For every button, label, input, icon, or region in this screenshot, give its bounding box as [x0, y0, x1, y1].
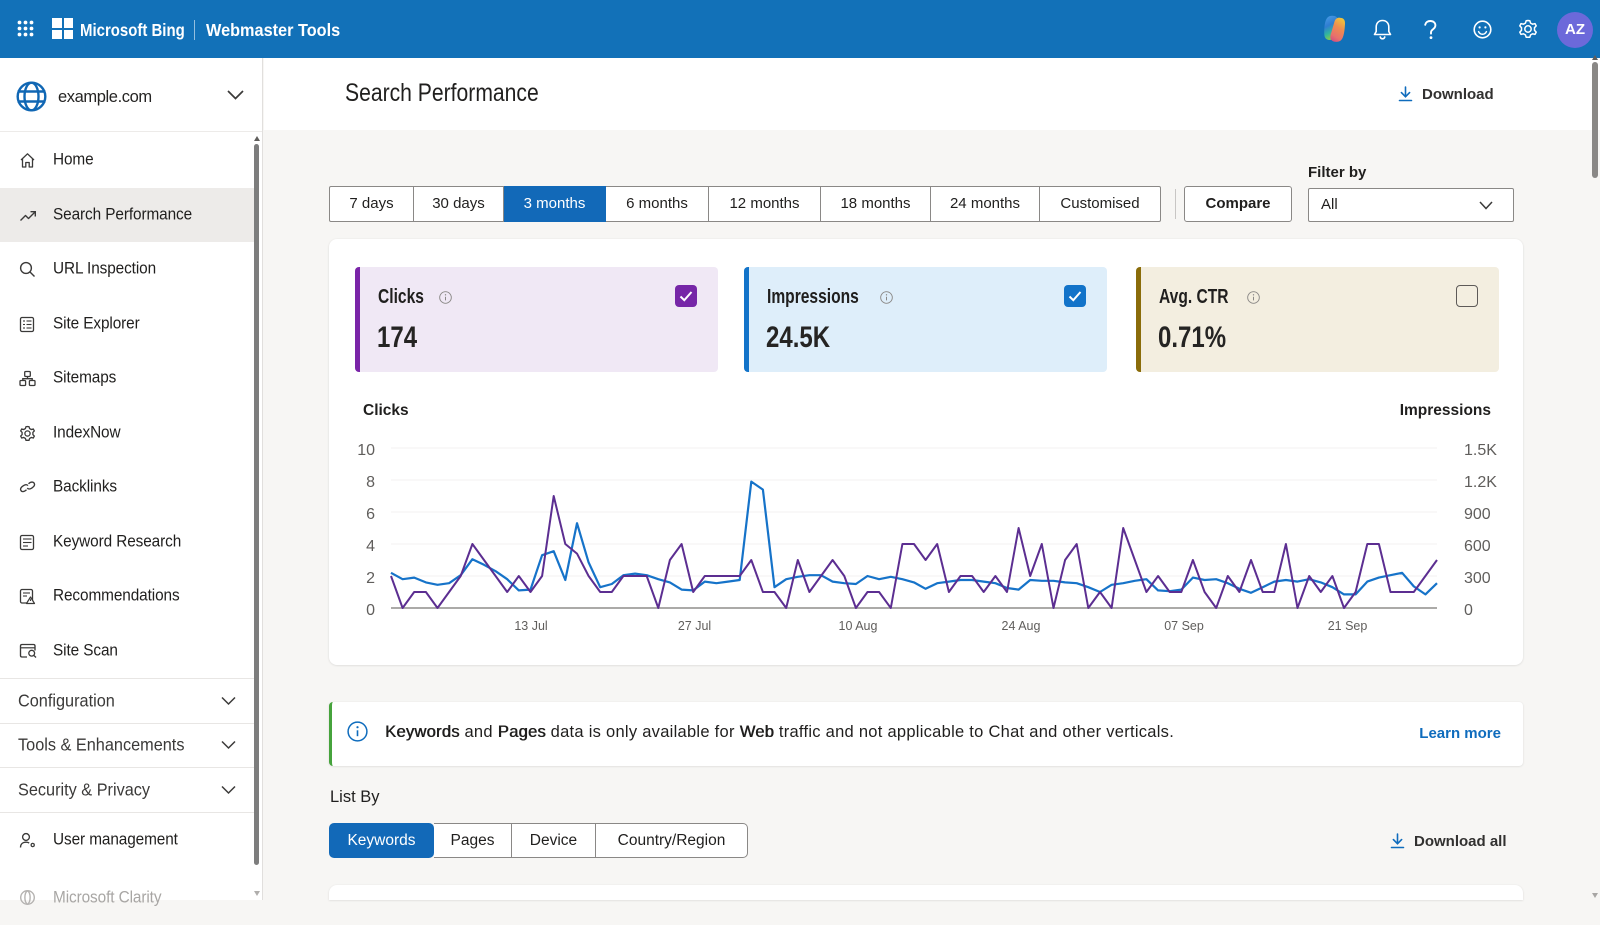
svg-text:300: 300: [1464, 570, 1491, 587]
svg-text:24 Aug: 24 Aug: [1002, 619, 1041, 633]
svg-text:900: 900: [1464, 506, 1491, 523]
svg-text:10: 10: [357, 442, 375, 459]
svg-text:21 Sep: 21 Sep: [1328, 619, 1368, 633]
svg-text:6: 6: [366, 506, 375, 523]
svg-text:2: 2: [366, 570, 375, 587]
svg-text:Clicks: Clicks: [363, 402, 409, 419]
svg-text:0: 0: [366, 602, 375, 619]
svg-text:1.5K: 1.5K: [1464, 442, 1497, 459]
svg-text:4: 4: [366, 538, 375, 555]
svg-text:27 Jul: 27 Jul: [678, 619, 711, 633]
svg-text:10 Aug: 10 Aug: [839, 619, 878, 633]
svg-text:1.2K: 1.2K: [1464, 474, 1497, 491]
svg-text:13 Jul: 13 Jul: [514, 619, 547, 633]
svg-text:8: 8: [366, 474, 375, 491]
svg-text:600: 600: [1464, 538, 1491, 555]
svg-text:07 Sep: 07 Sep: [1164, 619, 1204, 633]
svg-text:Impressions: Impressions: [1400, 402, 1491, 419]
svg-text:0: 0: [1464, 602, 1473, 619]
